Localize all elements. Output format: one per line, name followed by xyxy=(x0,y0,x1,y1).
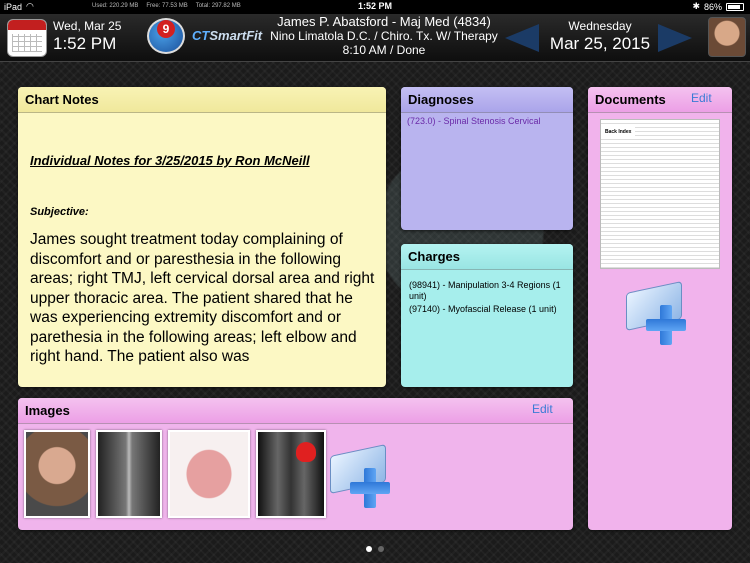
charges-list: (98941) - Manipulation 3-4 Regions (1 un… xyxy=(401,270,573,315)
page-indicator[interactable] xyxy=(0,546,750,552)
messages-logo-icon[interactable]: 9 xyxy=(147,18,185,54)
charge-item[interactable]: (97140) - Myofascial Release (1 unit) xyxy=(401,302,573,315)
header-weekday: Wednesday xyxy=(568,19,632,33)
heart-marker-icon xyxy=(296,442,316,462)
spine-xray-thumbnail[interactable] xyxy=(96,430,162,518)
battery-percent: 86% xyxy=(703,1,722,12)
calendar-icon[interactable] xyxy=(7,19,47,57)
note-subheading: Subjective: xyxy=(30,206,89,218)
status-time: 1:52 PM xyxy=(357,1,392,11)
app-header: Wed, Mar 25 1:52 PM 9 CTSmartFit James P… xyxy=(0,14,750,62)
plus-icon-bar xyxy=(646,319,686,331)
documents-panel[interactable]: Documents Edit Back Index xyxy=(588,87,732,530)
appointment-line: 8:10 AM / Done xyxy=(342,43,426,57)
patient-photo-thumbnail[interactable] xyxy=(24,430,90,518)
images-title: Images xyxy=(18,398,573,424)
image-thumbnails xyxy=(24,430,326,518)
status-bar: iPad ◠ Used: 220.29 MB Free: 77.53 MB To… xyxy=(0,0,750,14)
add-document-button[interactable] xyxy=(624,275,694,349)
chart-notes-panel[interactable]: Chart Notes Individual Notes for 3/25/20… xyxy=(18,87,386,387)
diagnoses-panel[interactable]: Diagnoses (723.0) - Spinal Stenosis Cerv… xyxy=(401,87,573,230)
chest-xray-thumbnail[interactable] xyxy=(256,430,326,518)
charges-panel[interactable]: Charges (98941) - Manipulation 3-4 Regio… xyxy=(401,244,573,387)
add-image-button[interactable] xyxy=(328,438,398,512)
app-name-prefix: CT xyxy=(192,28,210,43)
note-text: James sought treatment today complaining… xyxy=(30,231,375,365)
message-count-badge: 9 xyxy=(157,20,175,38)
battery-fill xyxy=(728,4,740,9)
patient-avatar[interactable] xyxy=(708,17,746,57)
page-dot-active[interactable] xyxy=(366,546,372,552)
diagnoses-title: Diagnoses xyxy=(401,87,573,113)
app-name: CTSmartFit xyxy=(192,28,262,43)
previous-day-arrow-icon[interactable] xyxy=(505,24,539,52)
spine-chart-thumbnail[interactable] xyxy=(168,430,250,518)
document-thumbnail[interactable]: Back Index xyxy=(600,119,720,269)
provider-line: Nino Limatola D.C. / Chiro. Tx. W/ Thera… xyxy=(270,29,498,43)
page-dot[interactable] xyxy=(378,546,384,552)
diagnosis-item[interactable]: (723.0) - Spinal Stenosis Cervical xyxy=(401,113,573,129)
note-heading: Individual Notes for 3/25/2015 by Ron Mc… xyxy=(30,153,310,168)
chart-notes-title: Chart Notes xyxy=(18,87,386,113)
images-edit-link[interactable]: Edit xyxy=(532,402,553,416)
charges-title: Charges xyxy=(401,244,573,270)
documents-edit-link[interactable]: Edit xyxy=(691,91,712,105)
calendar-icon-top xyxy=(8,20,46,30)
calendar-icon-grid xyxy=(12,34,42,52)
document-title: Back Index xyxy=(601,127,636,137)
header-full-date: Mar 25, 2015 xyxy=(549,34,651,53)
header-short-date: Wed, Mar 25 xyxy=(53,19,122,33)
battery-icon xyxy=(726,2,744,11)
next-day-arrow-icon[interactable] xyxy=(658,24,692,52)
patient-info[interactable]: James P. Abatsford - Maj Med (4834) Nino… xyxy=(268,14,500,58)
chart-notes-body: Individual Notes for 3/25/2015 by Ron Mc… xyxy=(18,113,386,367)
header-time: 1:52 PM xyxy=(53,34,117,53)
patient-name: James P. Abatsford - Maj Med (4834) xyxy=(277,14,491,29)
status-right: ✱ 86% xyxy=(692,1,744,12)
images-panel[interactable]: Images Edit xyxy=(18,398,573,530)
bluetooth-icon: ✱ xyxy=(692,1,700,11)
charge-item[interactable]: (98941) - Manipulation 3-4 Regions (1 un… xyxy=(401,278,573,302)
app-name-suffix: SmartFit xyxy=(209,28,263,43)
plus-icon-bar xyxy=(350,482,390,494)
